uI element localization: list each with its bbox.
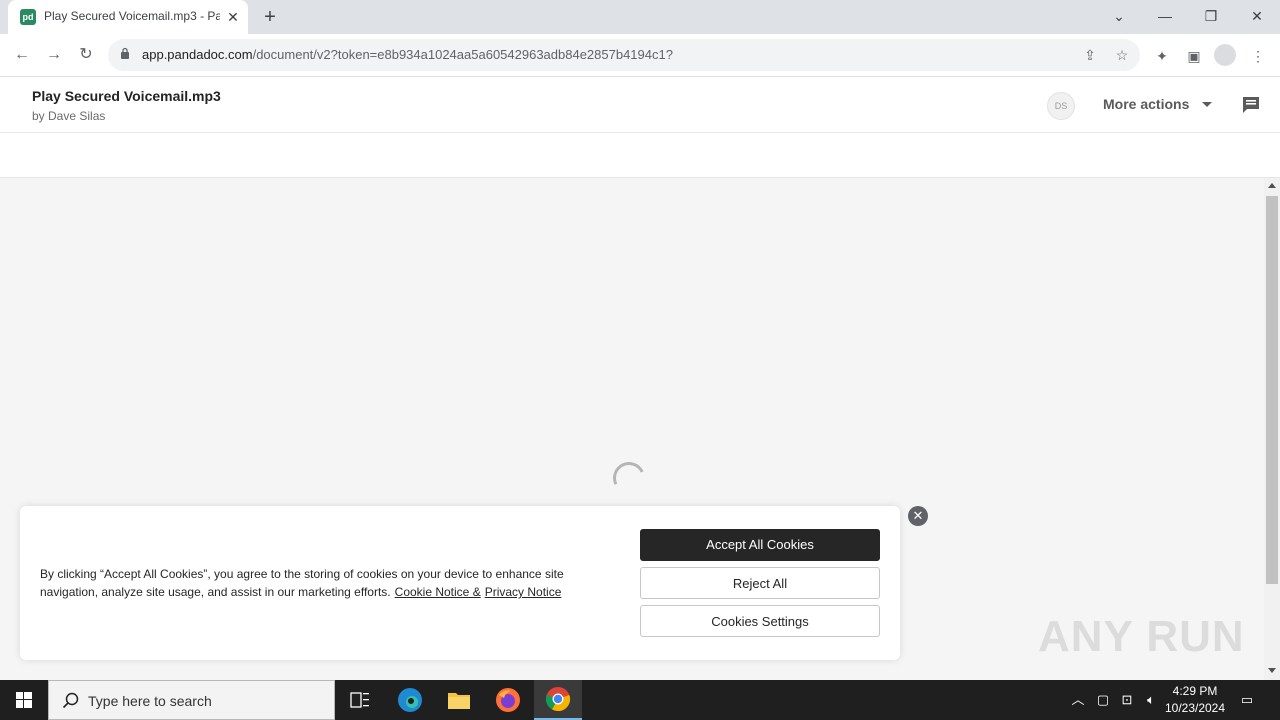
- chrome-taskbar-icon[interactable]: [534, 680, 582, 720]
- extensions-puzzle-icon[interactable]: ✦: [1153, 47, 1171, 65]
- restore-icon[interactable]: ❐: [1188, 0, 1234, 34]
- accept-all-cookies-button[interactable]: Accept All Cookies: [640, 529, 880, 561]
- file-explorer-icon[interactable]: [435, 680, 483, 720]
- side-panel-icon[interactable]: ▣: [1185, 47, 1203, 65]
- search-placeholder: Type here to search: [88, 693, 212, 709]
- tray-device-icon[interactable]: ▢: [1094, 691, 1112, 709]
- window-close-icon[interactable]: ✕: [1234, 0, 1280, 34]
- cookie-notice-link[interactable]: Cookie Notice &: [395, 585, 481, 599]
- clock-time: 4:29 PM: [1172, 684, 1218, 698]
- notifications-icon[interactable]: ▭: [1238, 691, 1256, 709]
- cookie-banner-close-icon[interactable]: ✕: [908, 506, 928, 526]
- document-header: Play Secured Voicemail.mp3 by Dave Silas…: [0, 77, 1280, 133]
- new-tab-plus-icon[interactable]: +: [258, 5, 282, 29]
- pandadoc-favicon-icon: pd: [20, 9, 36, 25]
- taskbar-clock[interactable]: 4:29 PM 10/23/2024: [1160, 683, 1230, 717]
- bookmark-star-icon[interactable]: ☆: [1114, 47, 1130, 63]
- firefox-icon[interactable]: [484, 680, 532, 720]
- privacy-notice-link[interactable]: Privacy Notice: [485, 585, 562, 599]
- tray-chevron-up-icon[interactable]: ︿: [1069, 691, 1087, 709]
- share-icon[interactable]: ⇪: [1082, 47, 1098, 63]
- document-author: by Dave Silas: [32, 109, 106, 123]
- cookie-consent-banner: By clicking “Accept All Cookies”, you ag…: [20, 506, 900, 660]
- taskbar-search-box[interactable]: Type here to search: [48, 680, 335, 720]
- more-actions-button[interactable]: More actions: [1103, 96, 1189, 112]
- document-title: Play Secured Voicemail.mp3: [32, 88, 221, 104]
- search-icon: [62, 692, 79, 709]
- clock-date: 10/23/2024: [1164, 701, 1226, 715]
- comments-icon[interactable]: [1241, 95, 1261, 115]
- edge-browser-icon[interactable]: [386, 680, 434, 720]
- task-view-icon[interactable]: [336, 680, 384, 720]
- chrome-menu-icon[interactable]: ⋮: [1249, 47, 1267, 65]
- back-arrow-icon[interactable]: ←: [10, 43, 34, 67]
- author-avatar[interactable]: DS: [1047, 92, 1075, 120]
- reload-icon[interactable]: ↻: [74, 43, 98, 67]
- scrollbar-thumb[interactable]: [1266, 196, 1278, 584]
- browser-toolbar: ← → ↻ app.pandadoc.com/document/v2?token…: [0, 34, 1280, 77]
- browser-tab[interactable]: pd Play Secured Voicemail.mp3 - Pa ✕: [8, 0, 248, 34]
- url-text: app.pandadoc.com/document/v2?token=e8b93…: [142, 47, 673, 62]
- scroll-up-arrow-icon[interactable]: [1268, 183, 1276, 188]
- cookie-consent-text: By clicking “Accept All Cookies”, you ag…: [40, 567, 564, 599]
- network-icon[interactable]: ⊡: [1118, 691, 1136, 709]
- tab-close-icon[interactable]: ✕: [224, 8, 242, 26]
- minimize-icon[interactable]: —: [1142, 0, 1188, 34]
- anyrun-watermark: ANY RUN: [1038, 612, 1245, 661]
- volume-icon[interactable]: 🔈︎: [1142, 691, 1160, 709]
- reject-all-button[interactable]: Reject All: [640, 567, 880, 599]
- windows-start-icon[interactable]: [0, 680, 48, 720]
- document-toolbar: [0, 133, 1280, 178]
- lock-icon: [121, 47, 129, 59]
- profile-avatar-icon[interactable]: [1214, 44, 1236, 66]
- browser-tab-bar: pd Play Secured Voicemail.mp3 - Pa ✕ + ⌄…: [0, 0, 1280, 34]
- scroll-down-arrow-icon[interactable]: [1268, 668, 1276, 673]
- tab-search-chevron-icon[interactable]: ⌄: [1096, 0, 1142, 34]
- address-bar[interactable]: app.pandadoc.com/document/v2?token=e8b93…: [108, 39, 1140, 71]
- cookies-settings-button[interactable]: Cookies Settings: [640, 605, 880, 637]
- forward-arrow-icon[interactable]: →: [42, 43, 66, 67]
- tab-title: Play Secured Voicemail.mp3 - Pa: [44, 9, 220, 23]
- windows-taskbar: Type here to search ︿ ▢ ⊡ 🔈︎ 4:29 PM 10/…: [0, 680, 1280, 720]
- caret-down-icon[interactable]: [1202, 102, 1212, 107]
- page-scrollbar[interactable]: [1264, 178, 1280, 680]
